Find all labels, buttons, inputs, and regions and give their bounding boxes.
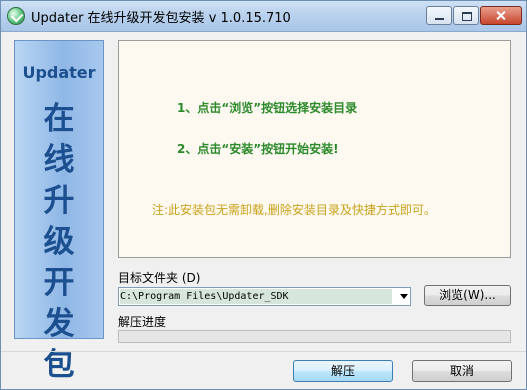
uninstall-note: 注:此安装包无需卸载,删除安装目录及快捷方式即可。 bbox=[152, 203, 436, 217]
cancel-button[interactable]: 取消 bbox=[412, 360, 512, 382]
extract-progress-label: 解压进度 bbox=[118, 315, 167, 329]
sidebar-char: 发 bbox=[43, 306, 75, 342]
instruction-step-1: 1、点击“浏览”按钮选择安装目录 bbox=[177, 101, 358, 115]
updater-app-icon bbox=[7, 7, 25, 25]
sidebar-banner: Updater 在 线 升 级 开 发 包 bbox=[14, 40, 104, 383]
target-folder-label: 目标文件夹 (D) bbox=[118, 271, 201, 285]
sidebar-logo: Updater bbox=[22, 63, 96, 82]
sidebar-char: 升 bbox=[43, 183, 75, 219]
browse-button[interactable]: 浏览(W)... bbox=[424, 285, 511, 306]
sidebar-char: 在 bbox=[43, 101, 75, 137]
installer-window: Updater 在线升级开发包安装 v 1.0.15.710 Updater 在… bbox=[0, 0, 527, 390]
target-folder-value[interactable]: C:\Program Files\Updater_SDK bbox=[120, 289, 392, 304]
instruction-step-2: 2、点击“安装”按钮开始安装! bbox=[177, 142, 339, 156]
sidebar-char: 级 bbox=[43, 224, 75, 260]
sidebar-char: 线 bbox=[43, 142, 75, 178]
minimize-button[interactable] bbox=[426, 6, 452, 25]
title-bar[interactable]: Updater 在线升级开发包安装 v 1.0.15.710 bbox=[1, 1, 526, 32]
sidebar-vertical-text: 在 线 升 级 开 发 包 bbox=[15, 99, 103, 386]
sidebar-char: 开 bbox=[43, 265, 75, 301]
target-folder-combobox[interactable]: C:\Program Files\Updater_SDK bbox=[118, 287, 411, 306]
close-button[interactable] bbox=[480, 6, 522, 25]
footer-divider bbox=[1, 351, 526, 352]
instructions-panel: 1、点击“浏览”按钮选择安装目录 2、点击“安装”按钮开始安装! 注:此安装包无… bbox=[118, 40, 511, 258]
extract-button[interactable]: 解压 bbox=[293, 360, 393, 382]
extract-progress-bar bbox=[118, 330, 511, 343]
maximize-button[interactable] bbox=[453, 6, 479, 25]
chevron-down-icon[interactable] bbox=[400, 294, 408, 299]
window-title: Updater 在线升级开发包安装 v 1.0.15.710 bbox=[31, 11, 291, 26]
